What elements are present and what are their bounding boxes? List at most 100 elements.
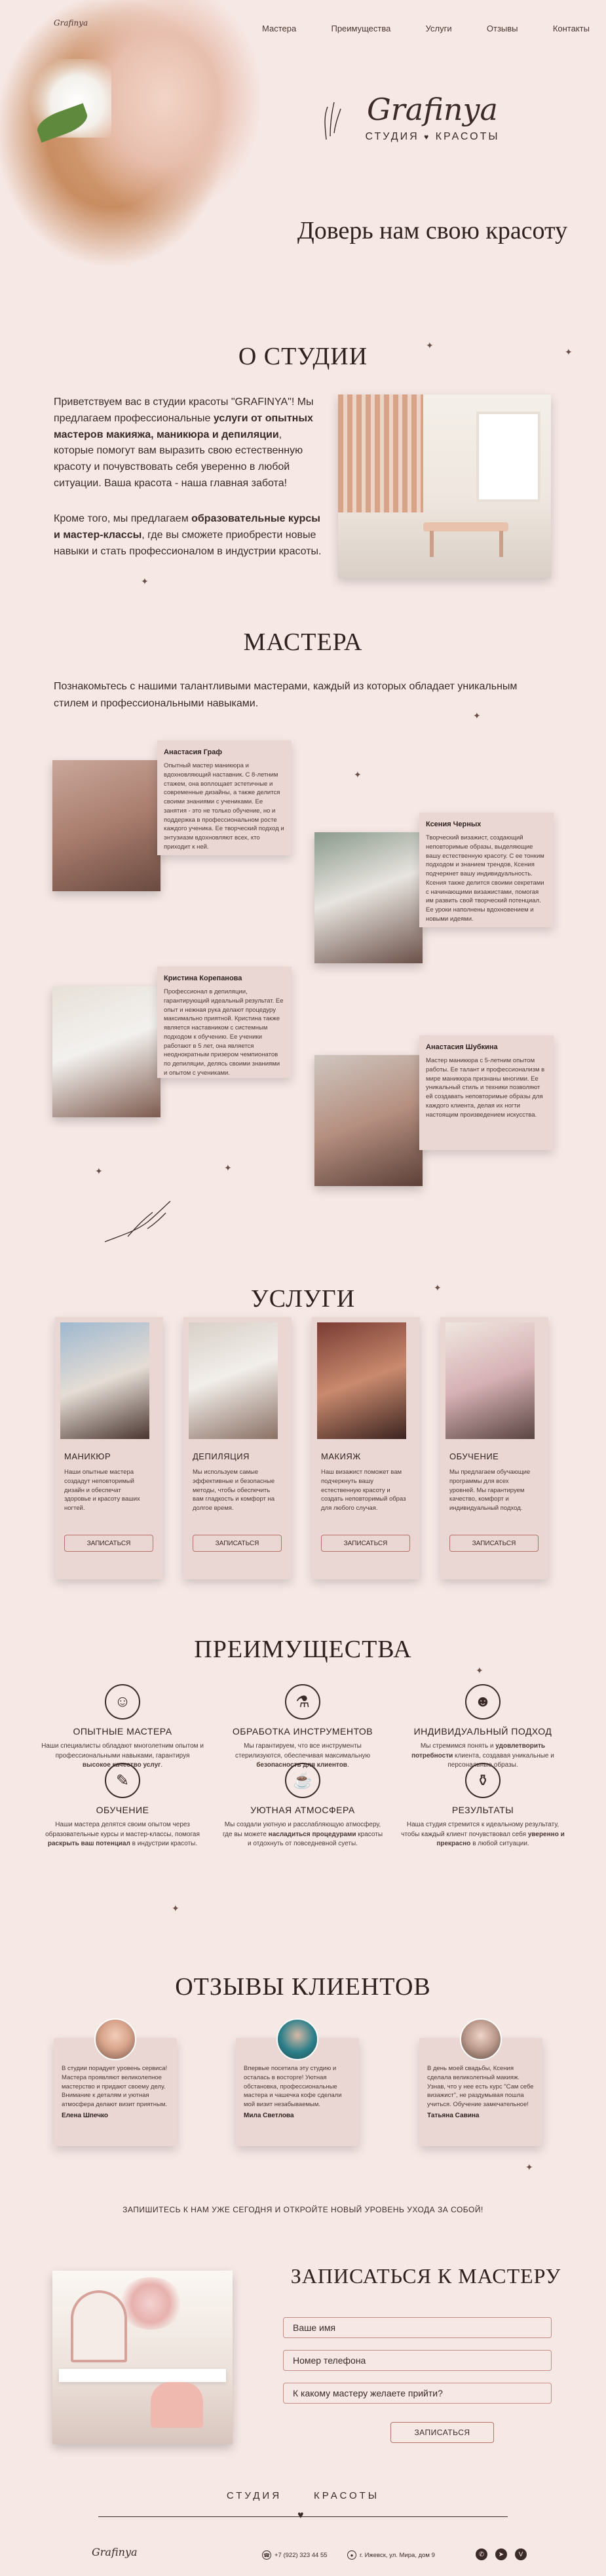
advantage-desc-a: Мы гарантируем, что все инструменты стер… [235,1742,370,1759]
sparkle-icon: ✦ [354,769,362,780]
cup-icon: ☕ [285,1763,320,1798]
nav-reviews[interactable]: Отзывы [487,24,518,33]
nav-services[interactable]: Услуги [426,24,452,33]
heart-icon: ♥ [424,132,431,142]
advantage-description: Наши мастера делятся своим опытом через … [41,1820,204,1849]
nav-masters[interactable]: Мастера [262,24,296,33]
footer-logo[interactable]: Grafinya [92,2546,138,2558]
profile-icon: ☻ [465,1684,501,1720]
sparkle-icon: ✦ [525,2162,533,2172]
sparkle-icon: ✦ [172,1903,180,1913]
hero-tagline: Доверь нам свою красоту [297,217,568,244]
bottle-icon: ⚗ [285,1684,320,1720]
brand-subtitle: СТУДИЯ ♥ КРАСОТЫ [328,131,537,143]
service-description: Мы используем самые эффективные и безопа… [193,1469,275,1512]
advantage-desc-a: Мы стремимся понять и [420,1742,496,1750]
service-description: Наш визажист поможет вам подчеркнуть ваш… [321,1469,406,1512]
footer-phone[interactable]: ☎ +7 (922) 323 44 55 [262,2550,328,2560]
sparkle-icon: ✦ [476,1665,483,1676]
heart-icon: ♥ [297,2510,304,2521]
advantages-title: ПРЕИМУЩЕСТВА [194,1636,412,1663]
review-author: Елена Шпечко [62,2111,109,2119]
hero-photo [0,0,262,288]
service-card: МАКИЯЖ Наш визажист поможет вам подчеркн… [312,1317,420,1579]
advantage-item: ☺ ОПЫТНЫЕ МАСТЕРА Наши специалисты облад… [41,1684,204,1771]
advantage-desc-bold: насладиться процедурами [268,1830,356,1838]
cta-text: ЗАПИШИТЕСЬ К НАМ УЖЕ СЕГОДНЯ И ОТКРОЙТЕ … [123,2205,483,2214]
advantage-item: ⚱ РЕЗУЛЬТАТЫ Наша студия стремится к иде… [401,1763,565,1849]
master-input[interactable] [283,2383,552,2404]
footer-address: ● г. Ижевск, ул. Мира, дом 9 [347,2550,435,2560]
sparkle-icon: ✦ [141,576,149,586]
sparkle-icon: ✦ [426,340,434,351]
telegram-icon[interactable]: ➤ [495,2548,507,2560]
book-service-button[interactable]: ЗАПИСАТЬСЯ [449,1535,539,1552]
footer-address-text: г. Ижевск, ул. Мира, дом 9 [360,2551,435,2559]
main-nav: Мастера Преимущества Услуги Отзывы Конта… [262,24,590,33]
book-service-button[interactable]: ЗАПИСАТЬСЯ [64,1535,153,1552]
review-text: Впервые посетила эту студию и осталась в… [244,2065,342,2109]
advantage-title: ОБУЧЕНИЕ [96,1805,149,1815]
advantage-title: УЮТНАЯ АТМОСФЕРА [250,1805,355,1815]
submit-booking-button[interactable]: ЗАПИСАТЬСЯ [390,2422,494,2443]
master-description: Мастер маникюра с 5-летним опытом работы… [426,1057,545,1119]
services-title: УСЛУГИ [250,1285,356,1313]
book-service-button[interactable]: ЗАПИСАТЬСЯ [193,1535,282,1552]
advantage-desc-bold: раскрыть ваш потенциал [47,1840,130,1847]
sparkle-icon: ✦ [565,347,573,357]
whatsapp-icon[interactable]: ✆ [476,2548,487,2560]
master-name: Анастасия Граф [164,748,222,756]
salon-photo [52,2271,233,2444]
footer-sub-right: КРАСОТЫ [314,2490,380,2501]
service-photo [60,1322,149,1439]
service-title: ДЕПИЛЯЦИЯ [193,1451,250,1461]
masters-intro: Познакомьтесь с нашими талантливыми маст… [54,681,518,709]
avatar [94,2018,136,2060]
master-name: Кристина Корепанова [164,974,242,982]
service-title: МАКИЯЖ [321,1451,361,1461]
sparkle-icon: ✦ [95,1166,103,1176]
book-service-button[interactable]: ЗАПИСАТЬСЯ [321,1535,410,1552]
master-photo [314,1055,423,1186]
bottles-icon: ⚱ [465,1763,501,1798]
service-card: МАНИКЮР Наши опытные мастера создадут не… [55,1317,163,1579]
phone-input[interactable] [283,2350,552,2371]
about-paragraph-1: Приветствуем вас в студии красоты "GRAFI… [54,394,322,492]
sparkle-icon: ✦ [434,1282,442,1293]
review-card: Впервые посетила эту студию и осталась в… [236,2018,359,2146]
advantage-desc-c: в индустрии красоты. [130,1840,198,1847]
about-p2-text-a: Кроме того, мы предлагаем [54,513,192,524]
master-card: Анастасия Граф Опытный мастер маникюра и… [157,740,292,855]
advantage-desc-c: в любой ситуации. [470,1840,529,1847]
about-title: О СТУДИИ [238,343,368,370]
master-description: Профессионал в депиляции, гарантирующий … [164,988,284,1077]
nav-contacts[interactable]: Контакты [553,24,590,33]
advantage-item: ☻ ИНДИВИДУАЛЬНЫЙ ПОДХОД Мы стремимся пон… [401,1684,565,1771]
booking-title: ЗАПИСАТЬСЯ К МАСТЕРУ [290,2264,561,2288]
phone-icon: ☎ [262,2550,271,2560]
advantage-title: ОПЫТНЫЕ МАСТЕРА [73,1726,172,1737]
master-photo [52,760,161,891]
review-author: Татьяна Савина [427,2111,480,2119]
education-icon: ✎ [105,1763,140,1798]
service-description: Мы предлагаем обучающие программы для вс… [449,1469,531,1512]
about-paragraph-2: Кроме того, мы предлагаем образовательны… [54,511,322,560]
service-photo [189,1322,278,1439]
reviews-title: ОТЗЫВЫ КЛИЕНТОВ [175,1973,431,2001]
advantage-item: ✎ ОБУЧЕНИЕ Наши мастера делятся своим оп… [41,1763,204,1849]
vk-icon[interactable]: V [515,2548,527,2560]
service-title: МАНИКЮР [64,1451,111,1461]
advantage-title: ОБРАБОТКА ИНСТРУМЕНТОВ [232,1726,373,1737]
masters-title: МАСТЕРА [243,628,363,656]
footer-sub-left: СТУДИЯ [226,2490,282,2501]
advantage-description: Мы создали уютную и расслабляющую атмосф… [221,1820,385,1849]
nav-advantages[interactable]: Преимущества [331,24,390,33]
name-input[interactable] [283,2317,552,2338]
master-name: Ксения Черных [426,820,482,828]
master-icon: ☺ [105,1684,140,1720]
advantage-desc-a: Наши мастера делятся своим опытом через … [45,1821,200,1838]
advantage-item: ⚗ ОБРАБОТКА ИНСТРУМЕНТОВ Мы гарантируем,… [221,1684,385,1771]
master-photo [52,986,161,1117]
brand-name: Grafinya [367,92,498,127]
header-logo[interactable]: Grafinya [54,18,88,28]
